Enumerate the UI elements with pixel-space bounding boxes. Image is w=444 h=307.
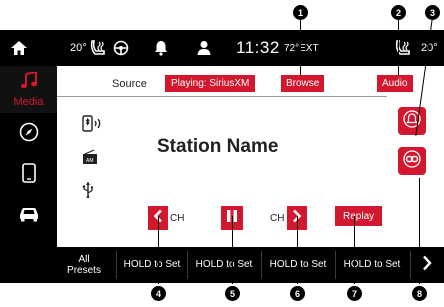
chevron-right-icon — [422, 255, 432, 275]
preset-divider — [335, 251, 336, 279]
am-radio-label: AM — [86, 158, 94, 164]
car-icon — [18, 206, 40, 227]
callout-marker: 8 — [412, 286, 427, 301]
callout-marker: 6 — [290, 286, 305, 301]
callout-leader — [232, 216, 233, 284]
browse-button[interactable]: Browse — [281, 75, 325, 92]
radio-screen: 20° 11:32 72°EXT 20° Media Source Playin… — [0, 0, 444, 307]
bluetooth-audio-icon[interactable] — [82, 115, 104, 133]
callout-marker: 3 — [425, 5, 440, 20]
compass-icon — [19, 122, 39, 147]
phone-icon — [21, 162, 36, 188]
callout-marker: 7 — [347, 286, 362, 301]
preset-divider — [187, 251, 188, 279]
audio-button[interactable]: Audio — [377, 75, 413, 92]
sidebar-item-navigation[interactable] — [0, 117, 57, 151]
preset-divider — [116, 251, 117, 279]
all-presets-button[interactable]: All Presets — [60, 247, 108, 283]
preset-divider — [410, 251, 411, 279]
sidebar-item-label: Media — [13, 95, 44, 108]
am-radio-icon[interactable]: AM — [82, 149, 98, 165]
preset-bar: All Presets HOLD to Set HOLD to Set HOLD … — [0, 247, 444, 283]
callout-leader — [354, 216, 355, 284]
callout-marker: 2 — [391, 5, 406, 20]
preset-divider — [261, 251, 262, 279]
usb-icon[interactable] — [82, 182, 94, 198]
callout-leader — [300, 17, 301, 75]
preset-slot-4[interactable]: HOLD to Set — [337, 247, 407, 283]
heated-seat-icon[interactable] — [90, 30, 110, 66]
callout-leader — [419, 178, 420, 284]
preset-slot-1[interactable]: HOLD to Set — [118, 247, 186, 283]
all-presets-line-2: Presets — [67, 265, 101, 276]
sidebar-item-phone[interactable] — [0, 158, 57, 192]
callout-marker: 1 — [293, 5, 308, 20]
exterior-temp: 72°EXT — [284, 42, 319, 54]
status-bar: 20° 11:32 72°EXT 20° — [0, 30, 444, 66]
preset-slot-2[interactable]: HOLD to Set — [189, 247, 259, 283]
notification-bell-icon[interactable] — [154, 30, 168, 66]
sidebar-item-media[interactable]: Media — [0, 66, 57, 113]
source-tab[interactable]: Source — [112, 78, 147, 90]
replay-button[interactable]: Replay — [335, 206, 383, 226]
preset-slot-3[interactable]: HOLD to Set — [263, 247, 333, 283]
station-name: Station Name — [157, 136, 279, 157]
tab-divider — [57, 96, 387, 97]
heated-wheel-icon[interactable] — [113, 30, 129, 66]
clock: 11:32 — [236, 38, 280, 57]
playing-source-button[interactable]: Playing: SiriusXM — [165, 75, 256, 92]
callout-leader — [158, 216, 159, 284]
callout-marker: 5 — [225, 286, 240, 301]
sound-settings-button[interactable] — [398, 107, 426, 135]
callout-marker: 4 — [151, 286, 166, 301]
link-button[interactable] — [398, 147, 426, 175]
link-icon — [403, 149, 421, 173]
preset-next-button[interactable] — [412, 247, 442, 283]
driver-temp[interactable]: 20° — [70, 30, 87, 66]
channel-next-label: CH — [270, 213, 285, 224]
all-presets-label: All Presets — [67, 254, 101, 277]
sidebar-item-vehicle[interactable] — [0, 199, 57, 233]
all-presets-line-1: All — [78, 253, 90, 265]
user-profile-icon[interactable] — [197, 30, 211, 66]
callout-leader — [398, 17, 399, 75]
channel-prev-label: CH — [170, 213, 185, 224]
callout-leader — [297, 216, 298, 284]
home-icon[interactable] — [10, 30, 28, 66]
music-note-icon — [20, 70, 37, 95]
